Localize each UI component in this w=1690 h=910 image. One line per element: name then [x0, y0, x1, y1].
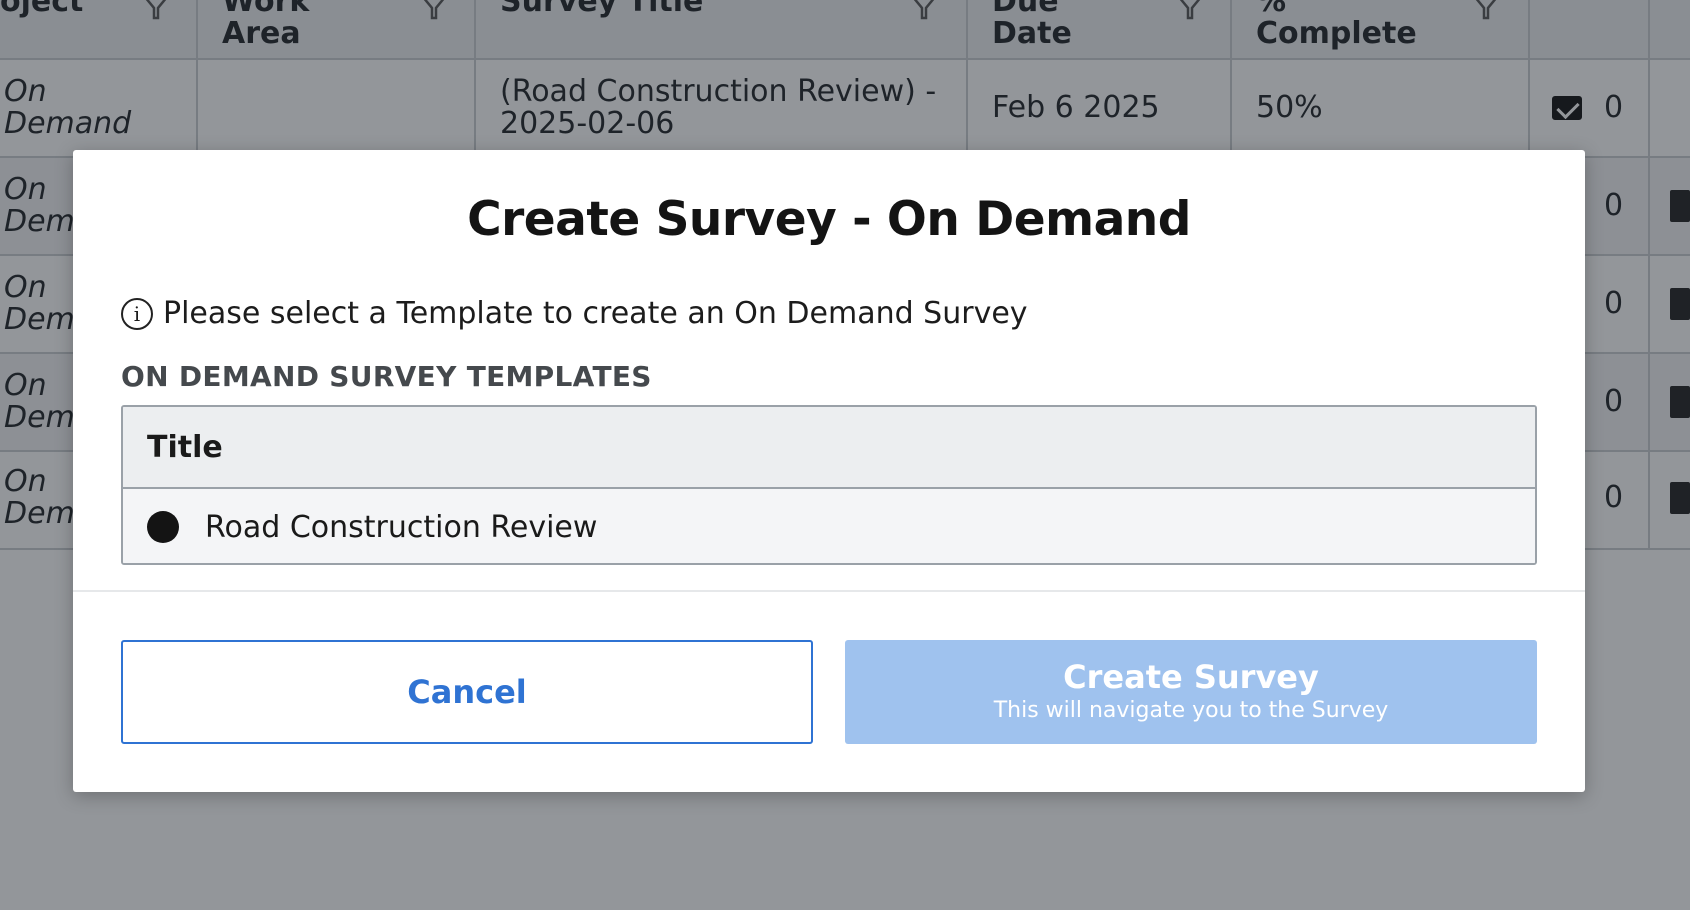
radio-selected-icon[interactable] [147, 511, 179, 543]
dialog-divider [73, 590, 1585, 592]
create-survey-label: Create Survey [1063, 658, 1319, 696]
info-icon: i [121, 297, 153, 330]
templates-section-label: ON DEMAND SURVEY TEMPLATES [121, 360, 652, 393]
create-survey-dialog: Create Survey - On Demand i Please selec… [73, 150, 1585, 792]
create-survey-sublabel: This will navigate you to the Survey [993, 698, 1389, 723]
create-survey-button[interactable]: Create Survey This will navigate you to … [845, 640, 1537, 744]
info-message: i Please select a Template to create an … [121, 296, 1028, 331]
template-title: Road Construction Review [205, 509, 598, 545]
templates-table-header: Title [123, 407, 1535, 489]
cancel-button[interactable]: Cancel [121, 640, 813, 744]
template-option[interactable]: Road Construction Review [123, 489, 1535, 563]
info-text: Please select a Template to create an On… [163, 296, 1028, 331]
templates-table: Title Road Construction Review [121, 405, 1537, 565]
dialog-title: Create Survey - On Demand [467, 192, 1191, 247]
